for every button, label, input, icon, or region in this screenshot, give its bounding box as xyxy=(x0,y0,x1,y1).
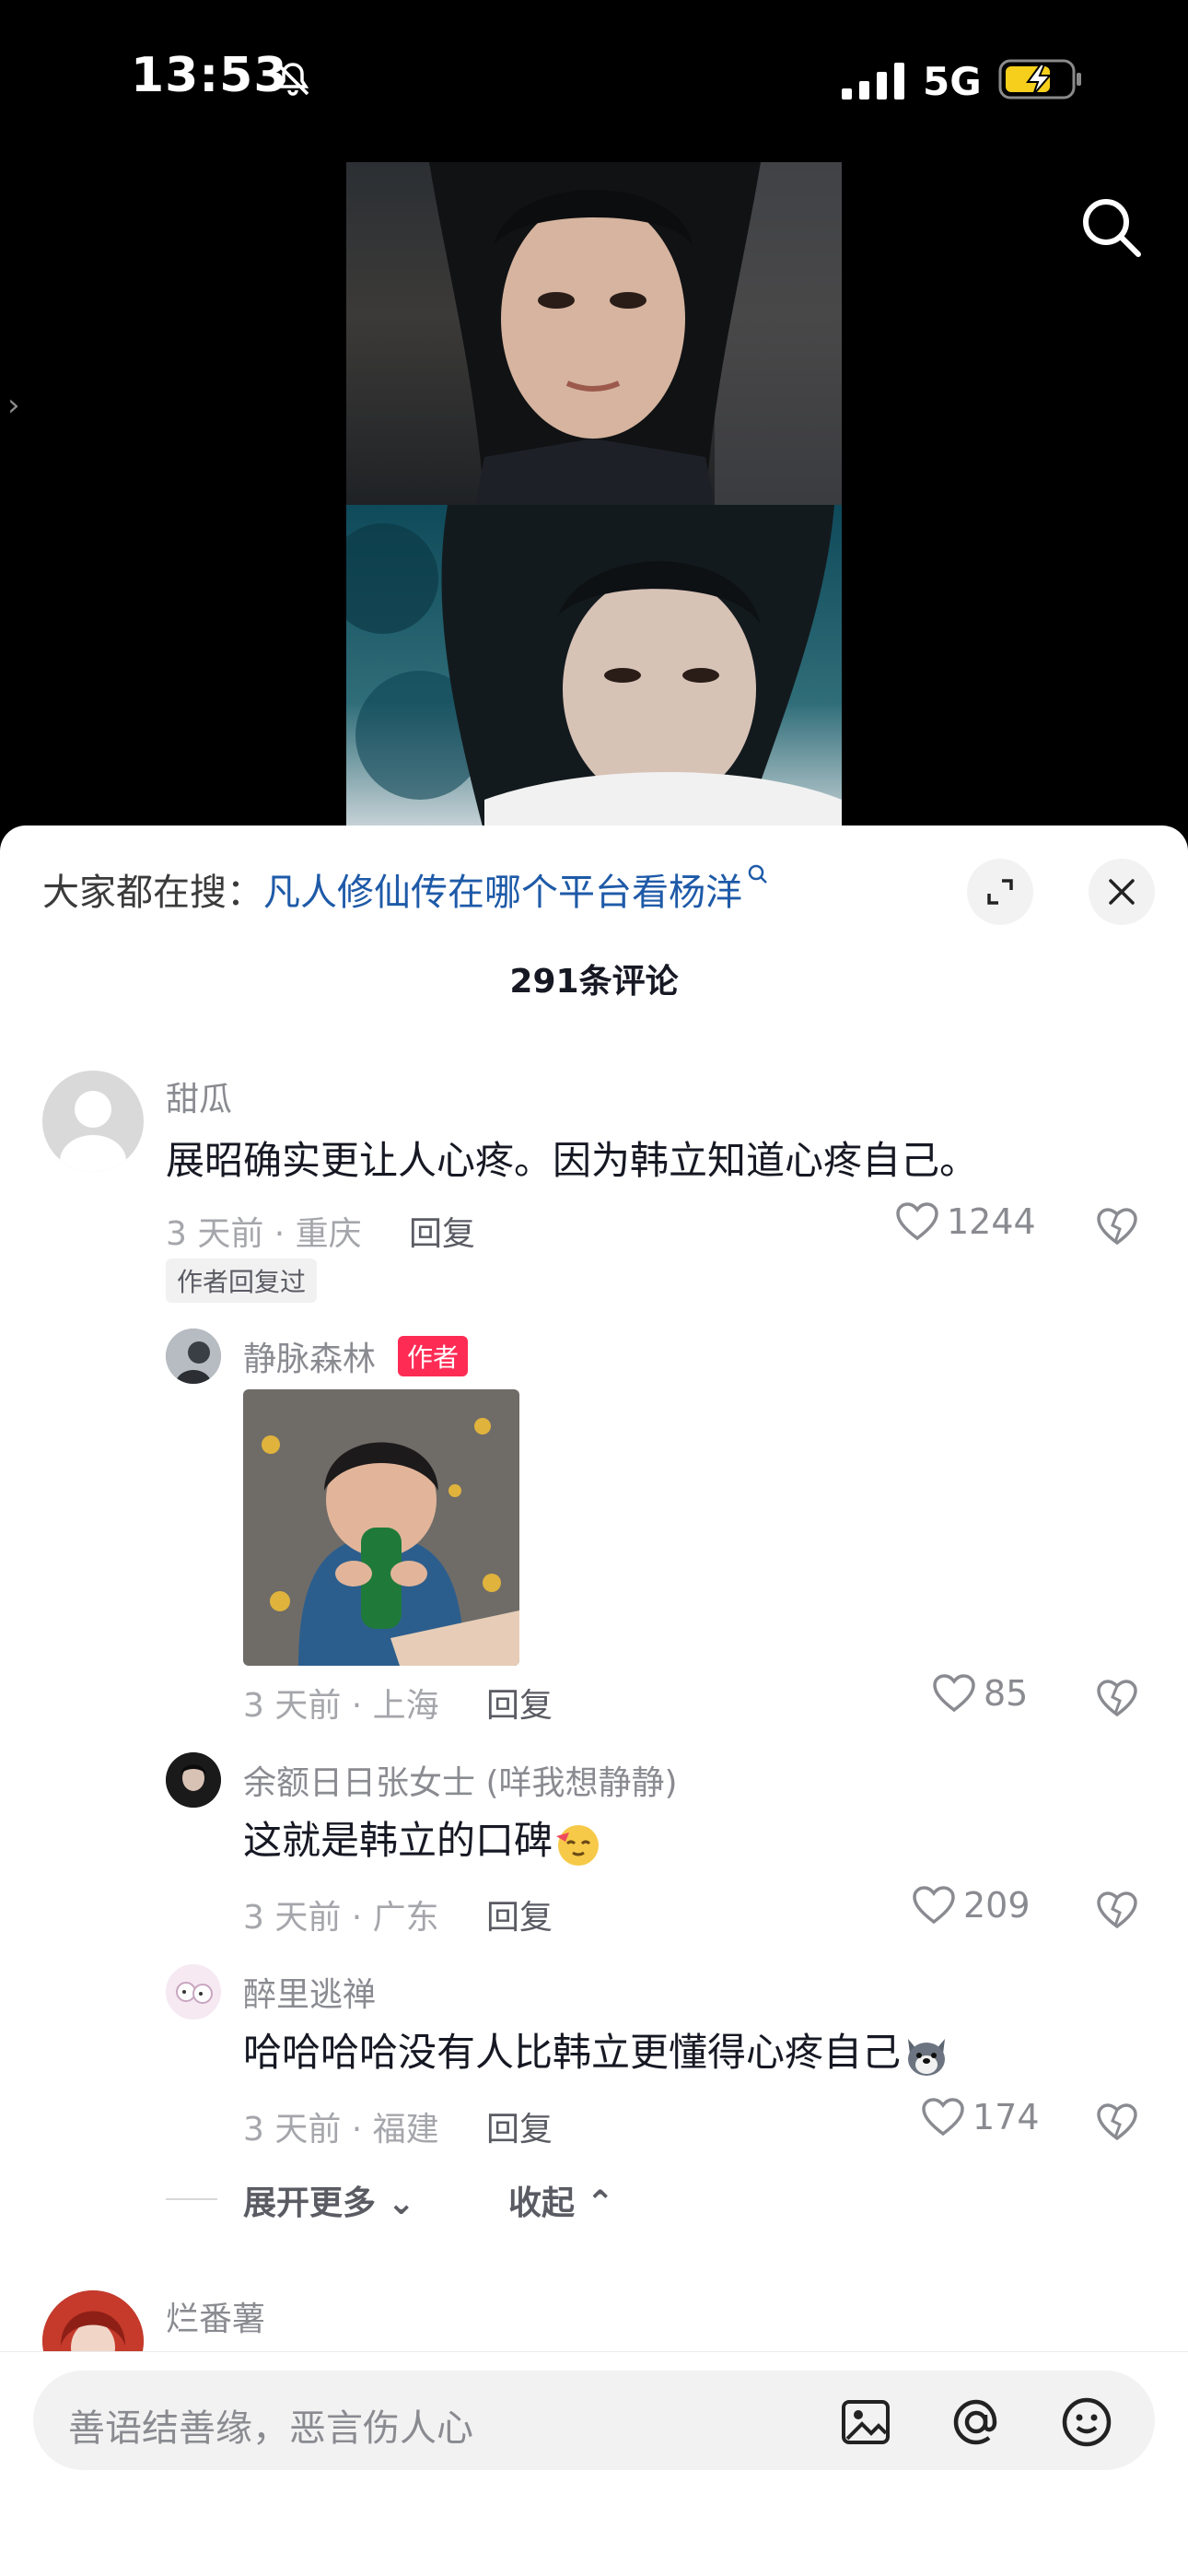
expand-button[interactable] xyxy=(967,859,1033,925)
bell-muted-icon xyxy=(276,63,309,96)
author-replied-tag: 作者回复过 xyxy=(166,1259,318,1303)
network-type: 5G xyxy=(923,59,982,104)
comment-username[interactable]: 甜瓜 xyxy=(166,1072,232,1120)
chevron-right-icon[interactable]: › xyxy=(7,387,20,424)
reply-text-content: 这就是韩立的口碑 xyxy=(243,1818,553,1863)
comment-input-placeholder: 善语结善缘，恶言伤人心 xyxy=(68,2407,473,2450)
close-icon xyxy=(1109,879,1135,905)
avatar[interactable] xyxy=(166,1329,221,1384)
search-hint-prefix: 大家都在搜： xyxy=(42,872,263,914)
like-button[interactable]: 1244 xyxy=(895,1201,1036,1242)
dislike-icon[interactable] xyxy=(1096,1205,1138,1247)
image-icon[interactable] xyxy=(838,2395,893,2450)
search-icon[interactable] xyxy=(1077,193,1144,260)
dislike-icon[interactable] xyxy=(1096,2101,1138,2143)
heart-icon xyxy=(933,1674,975,1713)
collapse-label: 收起 xyxy=(508,2184,576,2222)
husky-emoji-icon xyxy=(908,2038,946,2076)
mention-icon[interactable] xyxy=(949,2395,1004,2450)
avatar[interactable] xyxy=(166,1964,221,2020)
battery-charging-icon xyxy=(998,59,1081,100)
like-count: 209 xyxy=(963,1885,1031,1926)
comment-text: 展昭确实更让人心疼。因为韩立知道心疼自己。 xyxy=(166,1138,979,1183)
dislike-icon[interactable] xyxy=(1096,1889,1138,1931)
comment-meta: 3 天前 · 重庆 xyxy=(166,1215,362,1253)
avatar[interactable] xyxy=(42,1071,144,1172)
expand-more-button[interactable]: 展开更多 ⌄ xyxy=(243,2176,415,2224)
comment-input-bar: 善语结善缘，恶言伤人心 xyxy=(0,2351,1188,2576)
thread-divider xyxy=(166,2198,217,2200)
video-frame-top xyxy=(346,162,842,505)
like-button[interactable]: 174 xyxy=(921,2097,1040,2137)
emoji-icon xyxy=(556,1824,600,1866)
reply-meta: 3 天前 · 上海 xyxy=(243,1687,439,1725)
avatar[interactable] xyxy=(166,1752,221,1808)
reply-username[interactable]: 余额日日张女士 (咩我想静静) xyxy=(243,1756,678,1804)
reply-username[interactable]: 醉里逃禅 xyxy=(243,1968,376,2016)
reply-text-content: 哈哈哈哈没有人比韩立更懂得心疼自己 xyxy=(243,2030,902,2075)
heart-icon xyxy=(896,1202,938,1241)
reply-button[interactable]: 回复 xyxy=(486,1891,553,1938)
like-button[interactable]: 85 xyxy=(932,1673,1028,1714)
reply-username[interactable]: 静脉森林 xyxy=(243,1332,376,1380)
heart-icon xyxy=(913,1886,955,1925)
status-bar: 13:53 5G xyxy=(0,0,1188,157)
reply-meta: 3 天前 · 广东 xyxy=(243,1899,439,1937)
search-suggestion[interactable]: 大家都在搜：凡人修仙传在哪个平台看杨洋 xyxy=(42,862,770,916)
chevron-down-icon: ⌄ xyxy=(387,2184,415,2222)
expand-more-label: 展开更多 xyxy=(243,2184,377,2222)
video-frame-bottom xyxy=(346,505,842,834)
reply-meta: 3 天前 · 福建 xyxy=(243,2111,439,2149)
comment-count: 291条评论 xyxy=(509,963,679,1001)
dislike-icon[interactable] xyxy=(1096,1677,1138,1719)
comment-input[interactable]: 善语结善缘，恶言伤人心 xyxy=(33,2371,1155,2470)
reply-button[interactable]: 回复 xyxy=(486,2102,553,2150)
reply-text: 这就是韩立的口碑 xyxy=(243,1809,604,1869)
expand-icon xyxy=(987,879,1013,905)
like-button[interactable]: 209 xyxy=(912,1885,1031,1926)
like-count: 1244 xyxy=(947,1201,1036,1242)
close-button[interactable] xyxy=(1089,859,1155,925)
reply-button[interactable]: 回复 xyxy=(409,1207,475,1255)
reply-button[interactable]: 回复 xyxy=(486,1679,553,1727)
emoji-picker-icon[interactable] xyxy=(1059,2395,1114,2450)
status-time: 13:53 xyxy=(131,48,288,103)
chevron-up-icon: ⌃ xyxy=(586,2184,614,2222)
author-badge: 作者 xyxy=(398,1336,469,1376)
like-count: 174 xyxy=(973,2097,1040,2137)
video-player[interactable]: › xyxy=(0,157,1188,834)
search-small-icon xyxy=(748,864,767,884)
search-hint-query[interactable]: 凡人修仙传在哪个平台看杨洋 xyxy=(263,872,742,914)
comments-sheet: 大家都在搜：凡人修仙传在哪个平台看杨洋 291条评论 甜瓜 展昭确实更让人心疼。… xyxy=(0,825,1188,2576)
signal-icon xyxy=(842,63,904,100)
like-count: 85 xyxy=(984,1673,1029,1714)
collapse-button[interactable]: 收起 ⌃ xyxy=(508,2176,614,2224)
comment-username[interactable]: 烂番薯 xyxy=(166,2292,265,2340)
reply-image[interactable] xyxy=(243,1389,519,1666)
heart-icon xyxy=(922,2098,964,2137)
reply-text: 哈哈哈哈没有人比韩立更懂得心疼自己 xyxy=(243,2021,952,2081)
